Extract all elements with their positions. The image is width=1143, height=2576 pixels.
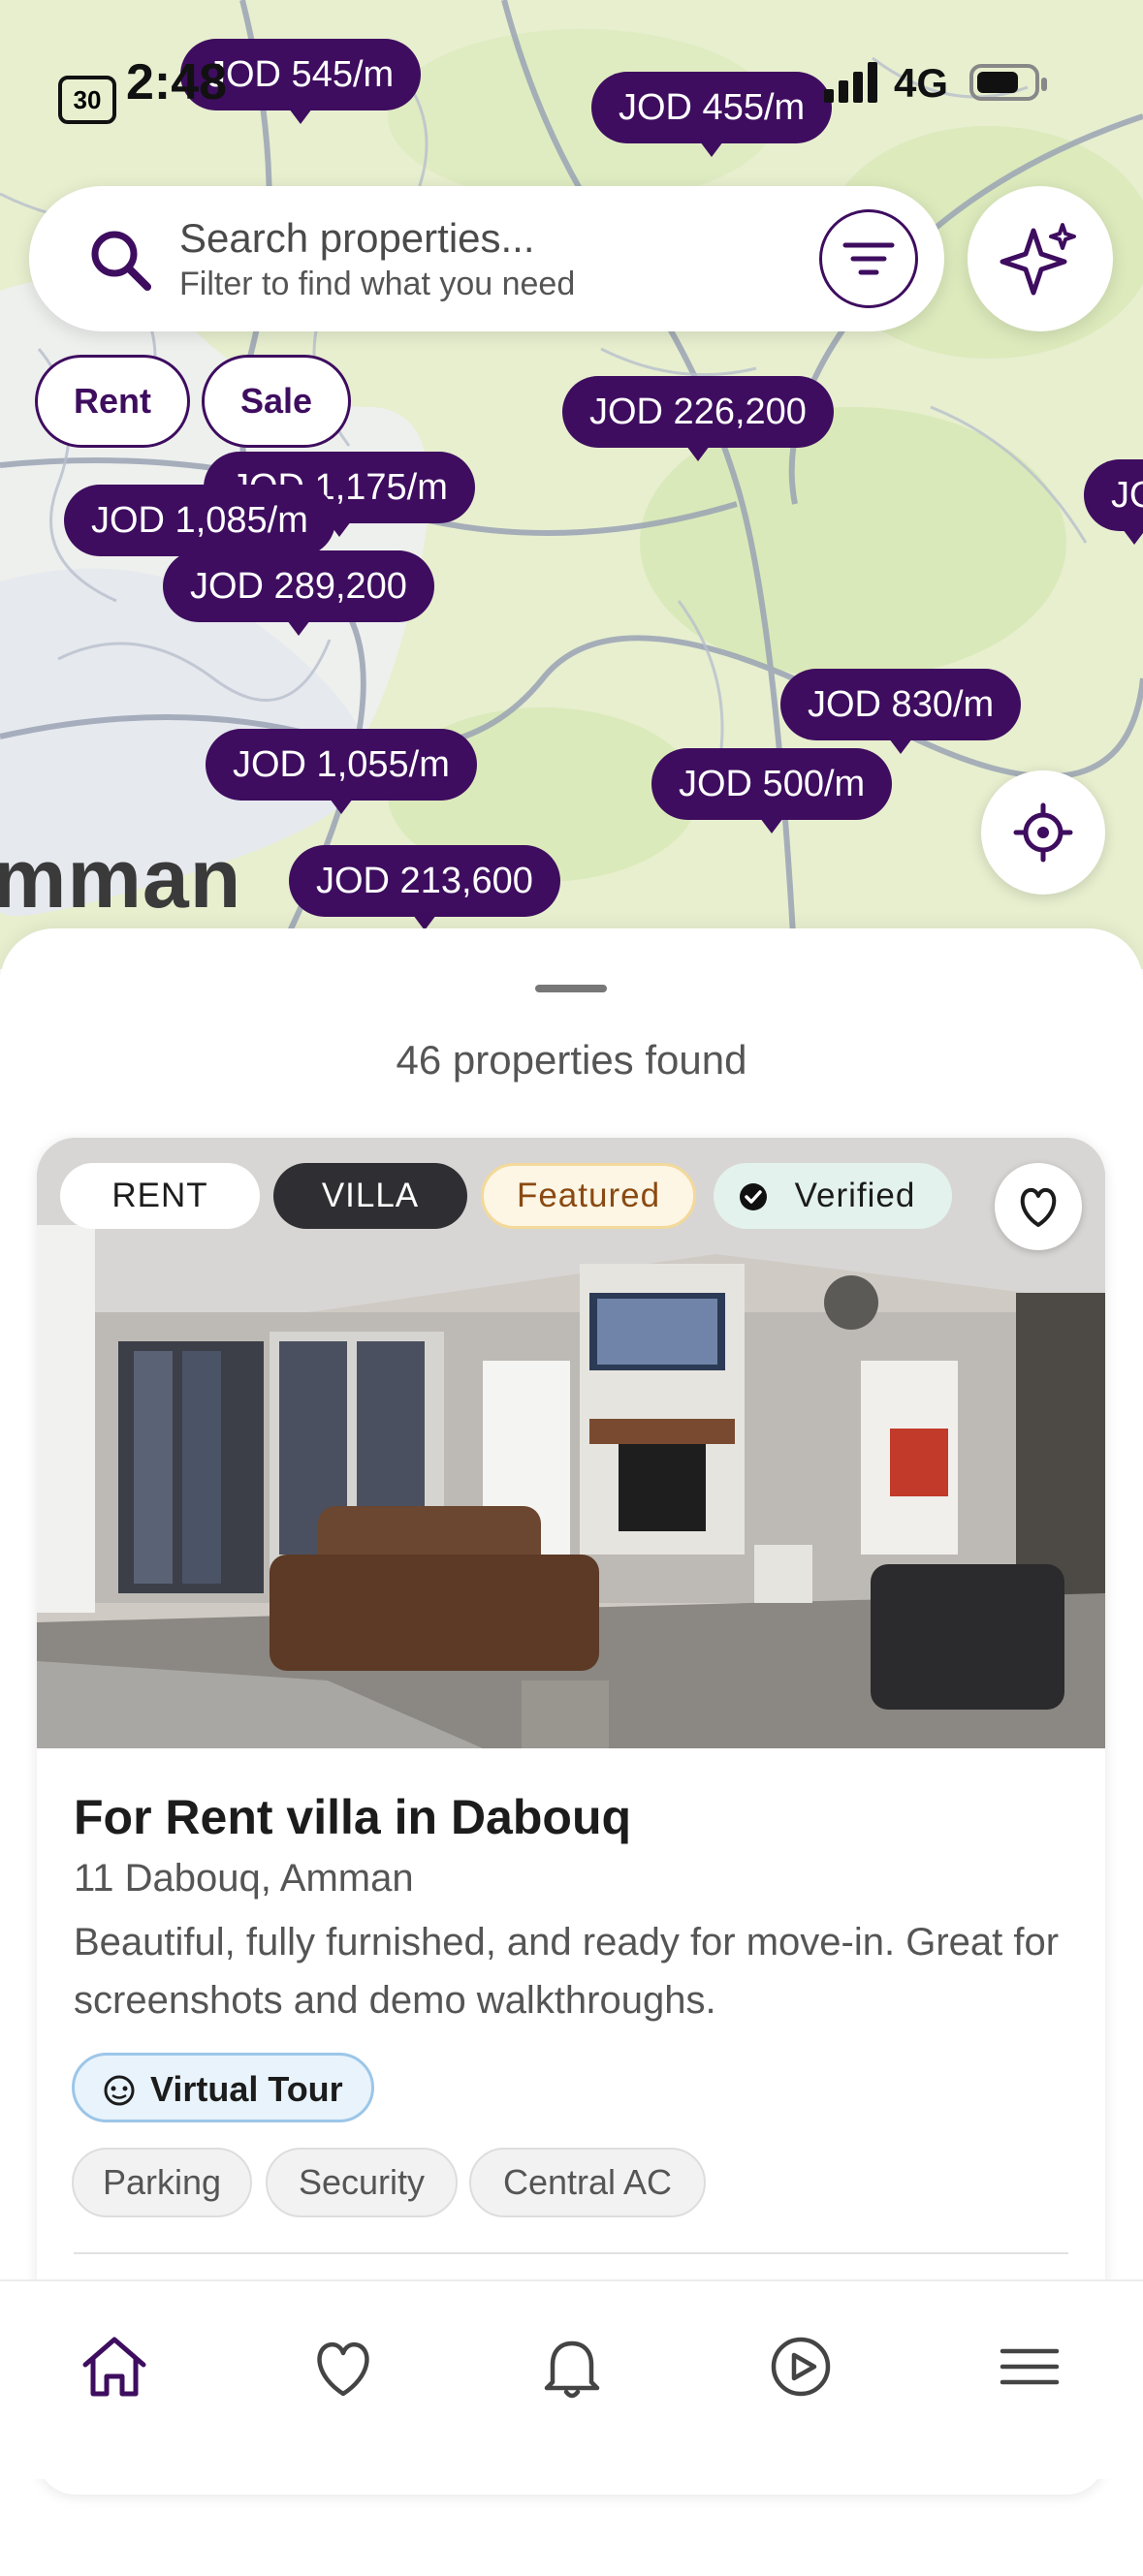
tour-icon <box>104 2075 135 2106</box>
property-photo[interactable] <box>37 1138 1105 1748</box>
home-icon <box>82 2337 146 2397</box>
heart-icon <box>1020 1187 1057 1227</box>
verified-label: Verified <box>794 1177 916 1214</box>
property-address: 11 Dabouq, Amman <box>74 1857 414 1900</box>
bell-icon <box>544 2340 600 2399</box>
listing-type-badge: RENT <box>60 1163 260 1229</box>
nav-notifications[interactable] <box>533 2328 611 2405</box>
price-pin[interactable]: JOD 1,085/m <box>64 485 335 570</box>
price-pin[interactable]: JOD 500/m <box>651 748 893 833</box>
amenity-chip: Central AC <box>469 2148 706 2217</box>
status-time: 2:48 <box>126 54 228 110</box>
rent-filter-chip[interactable]: Rent <box>35 355 190 448</box>
city-label: mman <box>0 832 242 926</box>
crosshair-icon <box>1013 802 1073 863</box>
price-pin[interactable]: JOD 289,200 <box>163 550 434 636</box>
filter-button[interactable] <box>819 209 918 308</box>
menu-icon <box>1000 2348 1060 2385</box>
search-icon <box>91 231 151 291</box>
favorite-button[interactable] <box>995 1163 1082 1250</box>
nav-videos[interactable] <box>762 2328 840 2405</box>
virtual-tour-label: Virtual Tour <box>150 2069 343 2109</box>
card-divider <box>74 2252 1068 2254</box>
search-subtitle: Filter to find what you need <box>179 266 576 302</box>
battery-icon <box>969 64 1047 101</box>
amenity-chip: Parking <box>72 2148 252 2217</box>
filter-icon <box>842 242 895 275</box>
battery-percent: 30 <box>58 76 116 124</box>
property-category-badge: VILLA <box>273 1163 467 1229</box>
virtual-tour-badge[interactable]: Virtual Tour <box>72 2053 374 2122</box>
verified-badge: Verified <box>714 1163 952 1229</box>
featured-badge: Featured <box>481 1163 696 1229</box>
nav-menu[interactable] <box>991 2328 1068 2405</box>
sparkles-icon <box>1000 223 1076 296</box>
play-circle-icon <box>771 2337 831 2397</box>
signal-icon <box>824 62 877 103</box>
nav-home[interactable] <box>76 2328 153 2405</box>
search-bar[interactable]: Search properties... Filter to find what… <box>29 186 944 331</box>
network-type: 4G <box>894 60 949 106</box>
status-bar: 30 2:48 4G <box>0 0 1143 184</box>
property-description: Beautiful, fully furnished, and ready fo… <box>74 1921 1060 2022</box>
price-pin[interactable]: JOD 213,600 <box>289 845 560 930</box>
price-pin[interactable]: JOD 830/m <box>780 669 1022 754</box>
ai-assistant-button[interactable] <box>968 186 1113 331</box>
sale-filter-chip[interactable]: Sale <box>202 355 351 448</box>
property-title[interactable]: For Rent villa in Dabouq <box>74 1789 631 1845</box>
search-placeholder: Search properties... <box>179 215 535 261</box>
my-location-button[interactable] <box>981 770 1105 895</box>
sheet-handle[interactable] <box>535 985 607 992</box>
price-pin[interactable]: JOD 226,200 <box>562 376 834 461</box>
bottom-navigation <box>0 2279 1143 2479</box>
amenity-chip: Security <box>266 2148 458 2217</box>
check-circle-icon <box>740 1183 767 1210</box>
price-pin[interactable]: JOD 1,055/m <box>206 729 477 814</box>
heart-icon <box>317 2341 369 2397</box>
results-count: 46 properties found <box>396 1037 747 1083</box>
nav-favorites[interactable] <box>304 2328 382 2405</box>
